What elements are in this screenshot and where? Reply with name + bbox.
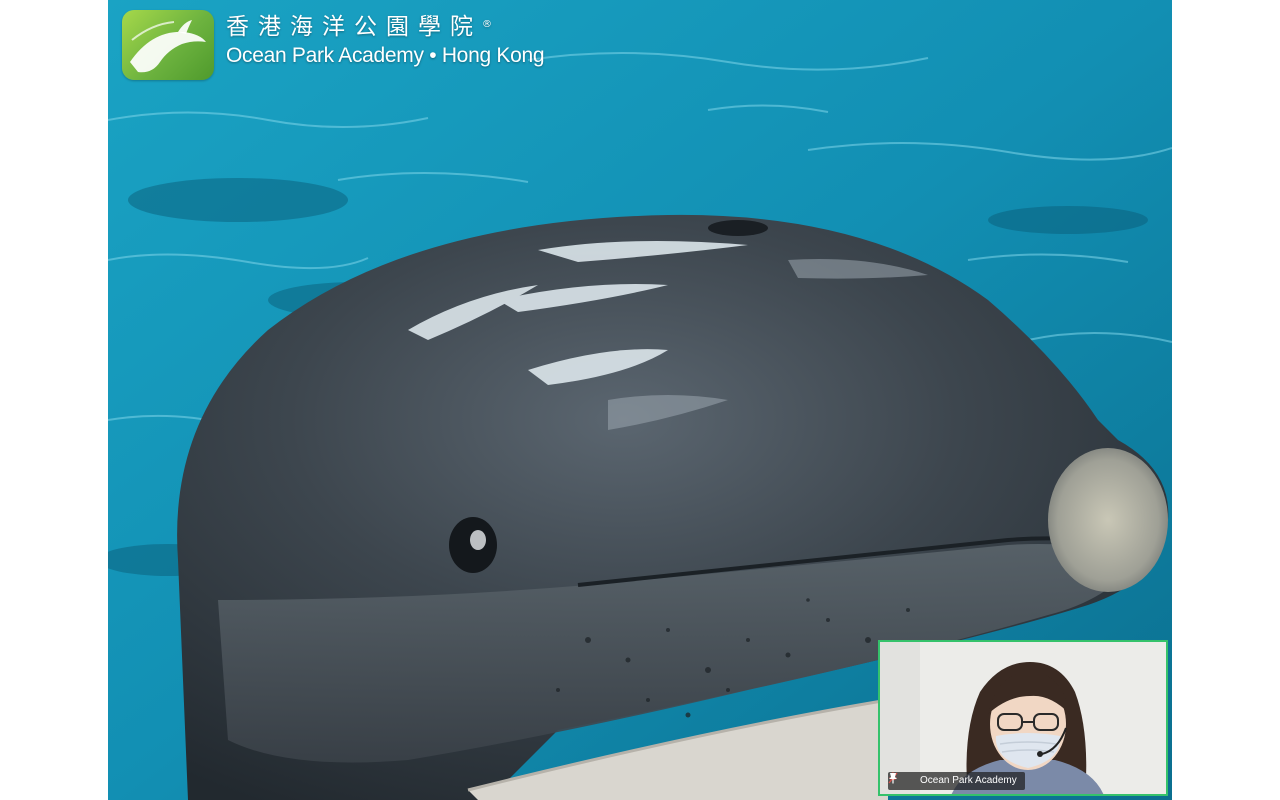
participant-name-tag: Ocean Park Academy [888,772,1025,790]
pin-icon[interactable] [889,773,916,787]
participant-name-label: Ocean Park Academy [920,775,1017,786]
participant-video-tile[interactable]: Ocean Park Academy [878,640,1168,796]
logo-chinese-title: 香港海洋公園學院® [226,14,492,40]
dolphin-logo-icon [122,10,214,80]
registered-mark: ® [482,19,492,30]
logo-english-title: Ocean Park Academy • Hong Kong [226,44,545,67]
ocean-park-academy-logo: 香港海洋公園學院® Ocean Park Academy • Hong Kong [122,10,545,84]
